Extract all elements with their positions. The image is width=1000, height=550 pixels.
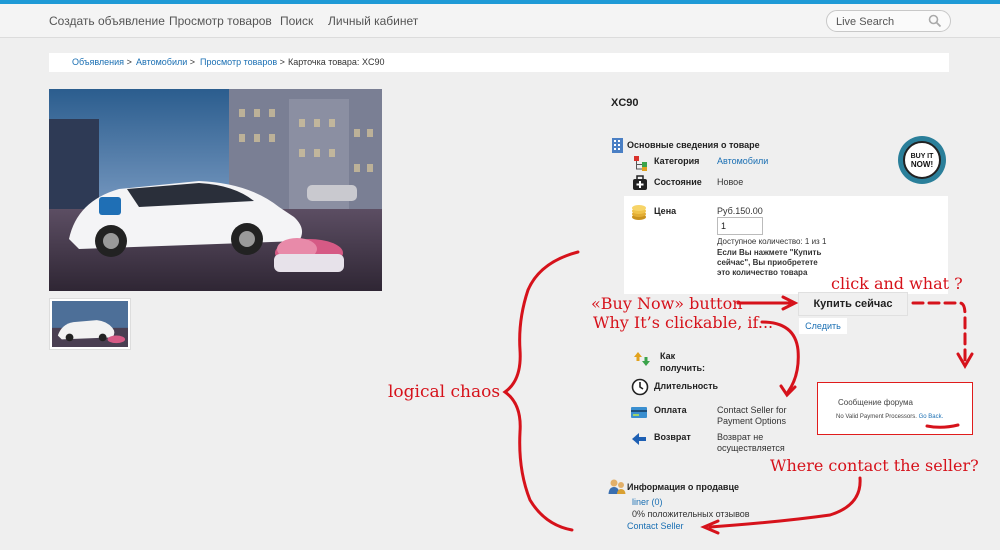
return-value: Возврат не осуществляется — [717, 432, 785, 453]
return-arrow-icon — [632, 433, 646, 445]
condition-label: Состояние — [654, 177, 702, 187]
breadcrumb-cars[interactable]: Автомобили > — [136, 57, 195, 67]
nav-account[interactable]: Личный кабинет — [328, 14, 418, 28]
product-thumbnail[interactable] — [49, 298, 131, 350]
seller-name-link[interactable]: liner (0) — [632, 497, 663, 508]
how-to-receive-title: Как получить: — [660, 351, 706, 373]
forum-message-popup: Сообщение форума No Valid Payment Proces… — [817, 382, 973, 435]
clock-icon — [631, 378, 649, 396]
condition-value: Новое — [717, 177, 744, 187]
svg-text:BUY IT: BUY IT — [911, 153, 935, 160]
seller-info-title: Информация о продавце — [627, 482, 739, 492]
annotation-buy-now: «Buy Now» button — [591, 294, 743, 313]
up-down-arrows-icon — [634, 352, 650, 366]
top-navbar: Создать объявление Просмотр товаров Поис… — [0, 4, 1000, 38]
annotation-click-and-what: click and what ? — [831, 274, 963, 293]
nav-create-listing[interactable]: Создать объявление — [49, 14, 165, 28]
nav-search[interactable]: Поиск — [280, 14, 313, 28]
first-aid-kit-icon — [633, 175, 647, 190]
available-text: Доступное количество: 1 из 1 — [717, 237, 827, 246]
duration-label: Длительность — [654, 381, 719, 391]
live-search-box — [826, 10, 951, 32]
buy-now-button[interactable]: Купить сейчас — [798, 292, 908, 316]
category-icon — [634, 156, 647, 171]
nav-browse-items[interactable]: Просмотр товаров — [169, 14, 272, 28]
breadcrumb: Объявления > Автомобили > Просмотр товар… — [49, 53, 949, 72]
buy-note: Если Вы нажмете "Купить сейчас", Вы прио… — [717, 248, 822, 277]
payment-label: Оплата — [654, 405, 687, 415]
payment-value: Contact Seller for Payment Options — [717, 405, 787, 426]
seller-users-icon — [608, 479, 626, 494]
available-quantity: Доступное количество: 1 из 1 Если Вы наж… — [717, 237, 827, 278]
annotation-where-contact: Where contact the seller? — [770, 456, 979, 475]
building-icon — [612, 138, 623, 153]
return-label: Возврат — [654, 432, 691, 442]
go-back-link[interactable]: Go Back. — [919, 414, 944, 420]
category-label: Категория — [654, 156, 700, 166]
annotation-logical-chaos: logical chaos — [388, 382, 501, 402]
product-photo — [49, 89, 382, 291]
main-info-title: Основные сведения о товаре — [627, 140, 760, 150]
price-label: Цена — [654, 206, 677, 216]
coins-icon — [632, 205, 646, 220]
price-value: Руб.150.00 — [717, 206, 763, 216]
search-icon[interactable] — [928, 14, 942, 28]
seller-feedback: 0% положительных отзывов — [632, 509, 750, 519]
product-title: XC90 — [611, 97, 639, 109]
svg-text:NOW!: NOW! — [911, 160, 933, 169]
breadcrumb-current: Карточка товара: XC90 — [288, 57, 385, 67]
category-link[interactable]: Автомобили — [717, 156, 768, 167]
buy-it-now-badge: BUY IT NOW! — [898, 136, 946, 184]
breadcrumb-listings[interactable]: Объявления > — [72, 57, 132, 67]
contact-seller-link[interactable]: Contact Seller — [627, 521, 684, 532]
annotation-why-clickable: Why It’s clickable, if... — [593, 313, 774, 332]
forum-message-text: No Valid Payment Processors. Go Back. — [836, 414, 944, 420]
payment-icon — [631, 407, 647, 418]
live-search-input[interactable] — [836, 14, 926, 29]
follow-link[interactable]: Следить — [799, 318, 847, 334]
breadcrumb-browse[interactable]: Просмотр товаров > — [200, 57, 285, 67]
quantity-input[interactable] — [717, 217, 763, 235]
forum-message-title: Сообщение форума — [838, 398, 914, 407]
